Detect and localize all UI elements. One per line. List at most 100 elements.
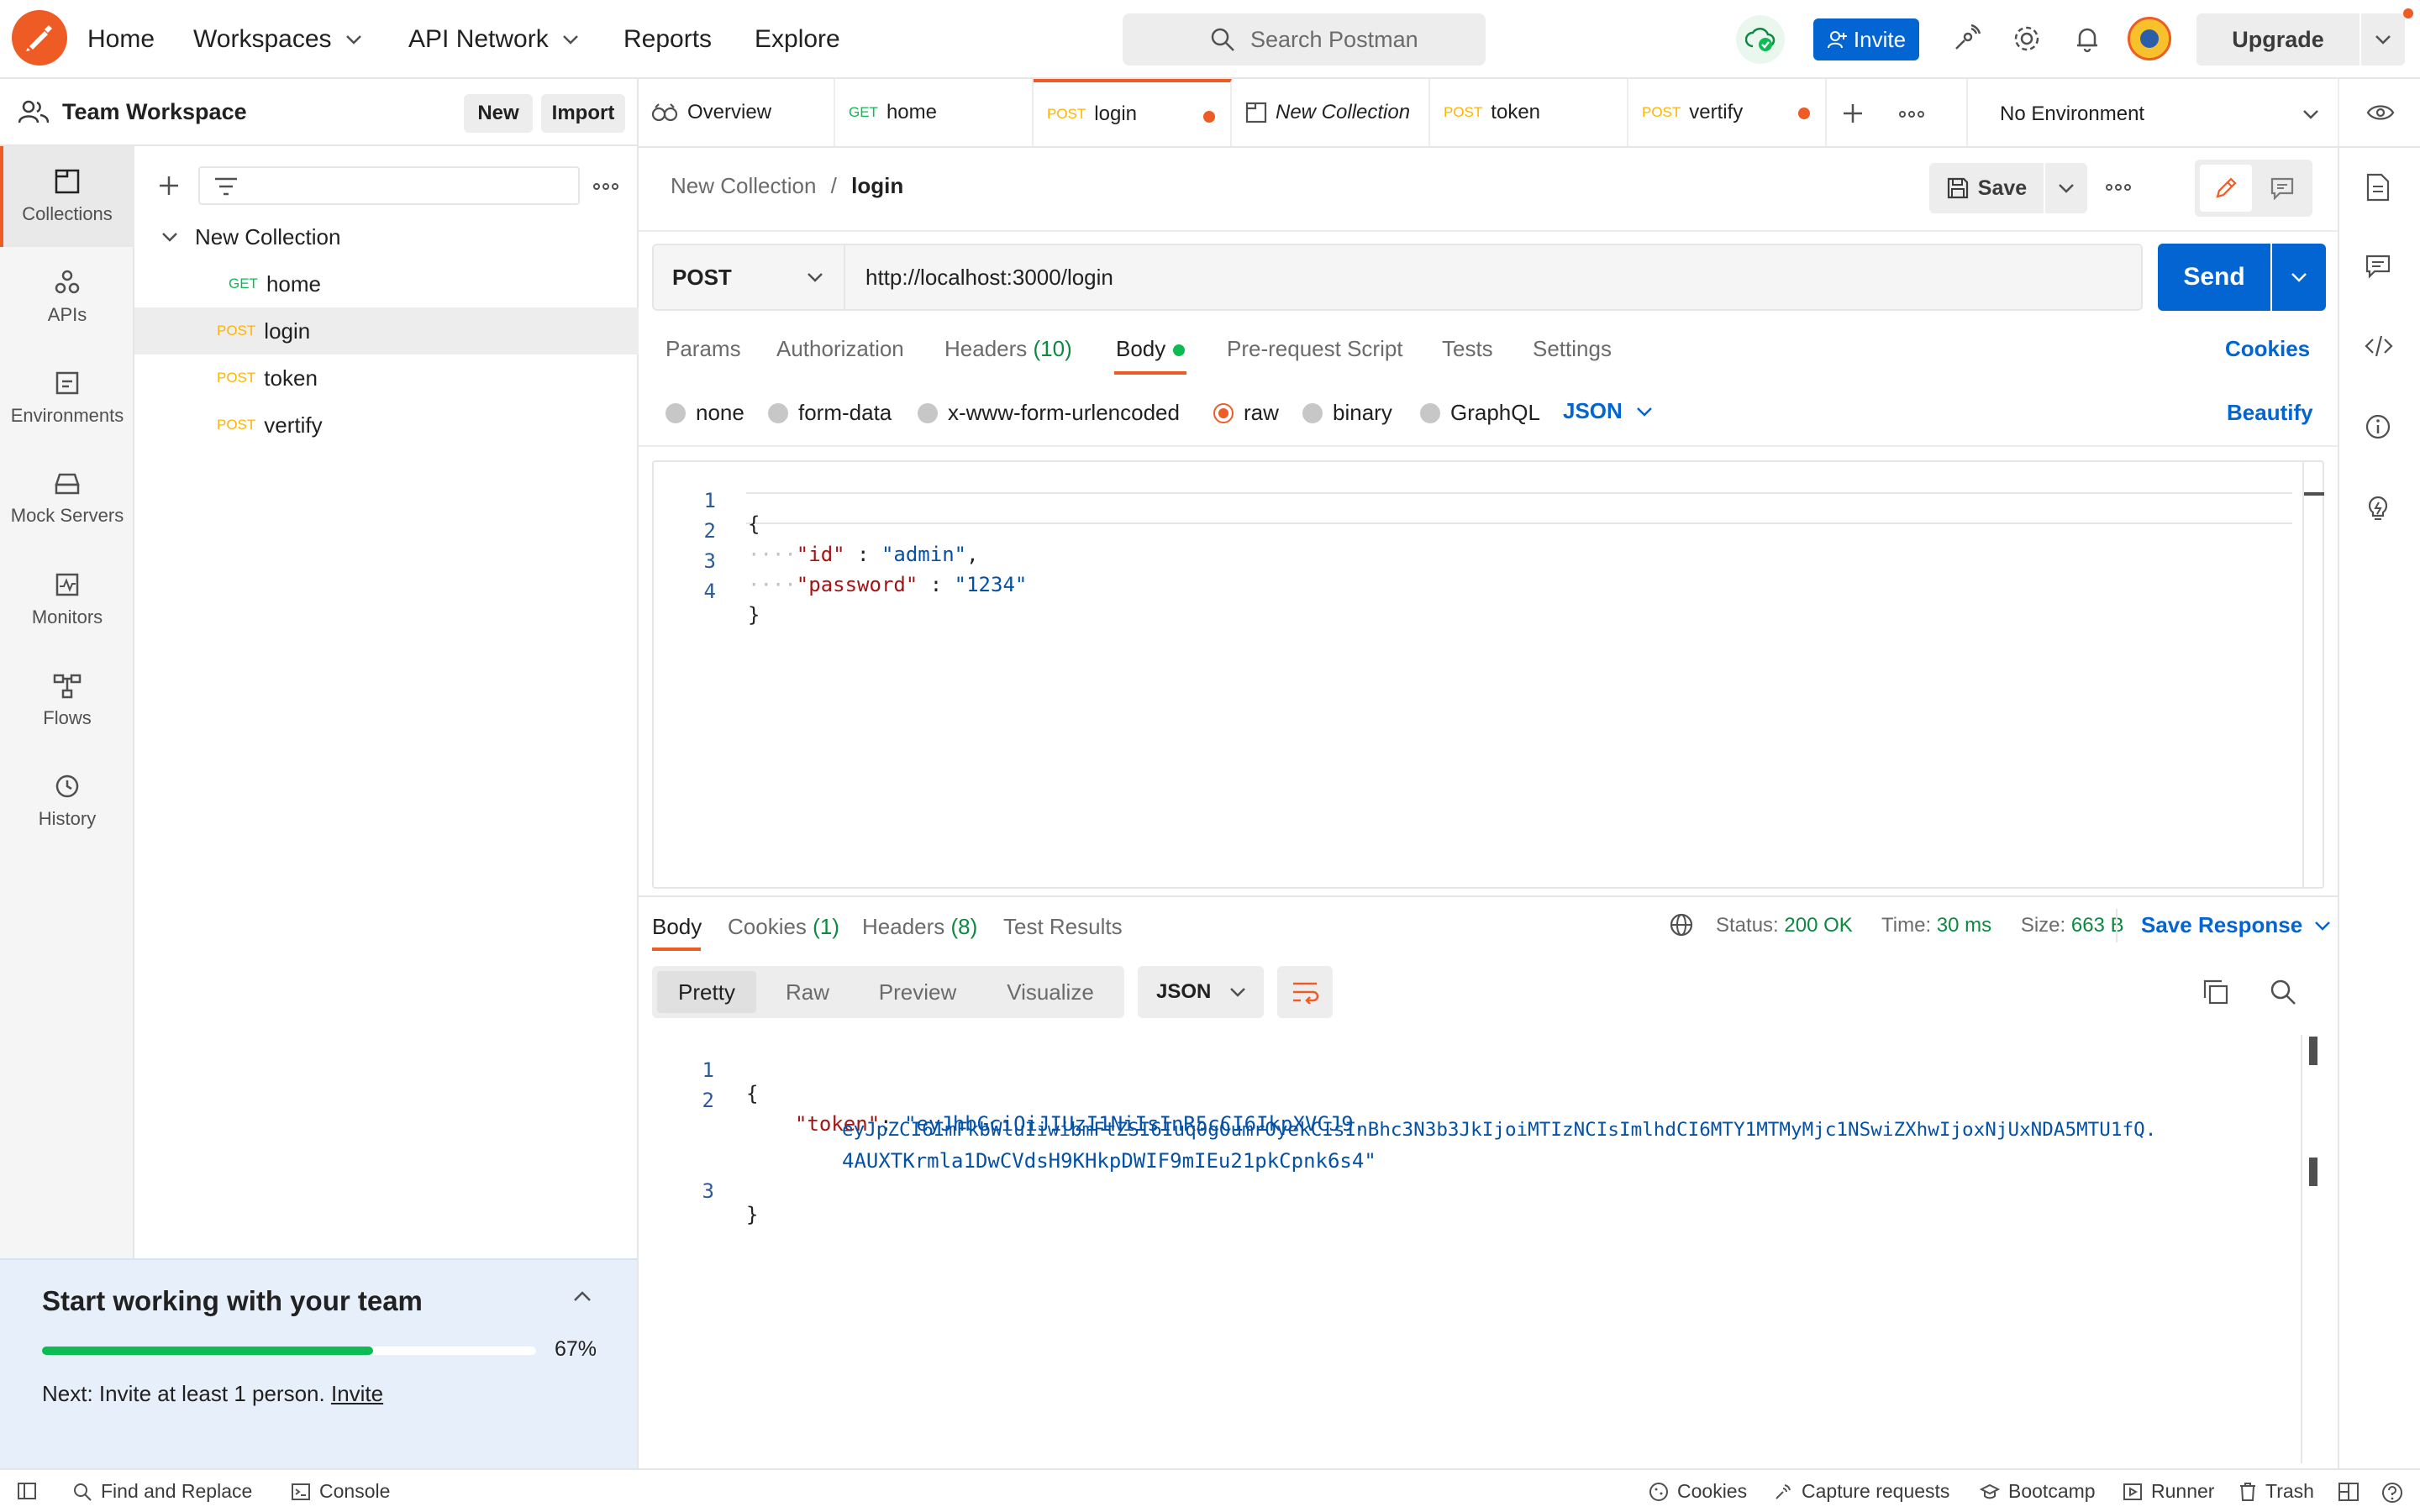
rail-item-collections[interactable]: Collections	[0, 146, 134, 247]
upgrade-menu-button[interactable]	[2361, 34, 2405, 45]
body-type-urlencoded[interactable]: x-www-form-urlencoded	[918, 400, 1180, 426]
upgrade-button[interactable]: Upgrade	[2196, 13, 2405, 66]
view-pretty[interactable]: Pretty	[657, 971, 756, 1013]
globe-icon[interactable]	[1669, 912, 1694, 937]
save-options-button[interactable]	[2045, 163, 2087, 213]
radio-button[interactable]	[1213, 402, 1234, 423]
tab-post-token[interactable]: POST token	[1430, 79, 1628, 146]
copy-icon[interactable]	[2202, 978, 2230, 1006]
response-format-select[interactable]: JSON	[1138, 966, 1264, 1018]
runner-button[interactable]: Runner	[2123, 1480, 2214, 1503]
rail-item-apis[interactable]: APIs	[0, 247, 134, 348]
trash-button[interactable]: Trash	[2238, 1480, 2314, 1503]
more-options-icon[interactable]	[593, 183, 618, 190]
filter-input[interactable]	[198, 166, 580, 205]
gear-icon[interactable]	[2012, 24, 2042, 54]
request-body-editor[interactable]: 1 { 2 ····"id" : "admin", 3 ····"passwor…	[652, 460, 2324, 889]
save-response-button[interactable]: Save Response	[2141, 912, 2331, 938]
response-divider[interactable]	[639, 895, 2338, 897]
search-input[interactable]: Search Postman	[1123, 13, 1486, 66]
two-pane-icon[interactable]	[2338, 1482, 2360, 1502]
bootcamp-button[interactable]: Bootcamp	[1980, 1480, 2096, 1503]
method-select[interactable]: POST	[652, 244, 845, 311]
documentation-icon[interactable]	[2365, 173, 2391, 202]
request-row-vertify[interactable]: POST vertify	[134, 402, 639, 449]
toggle-sidebar-icon[interactable]	[17, 1482, 37, 1500]
radio-button[interactable]	[1420, 402, 1440, 423]
view-raw[interactable]: Raw	[761, 971, 854, 1013]
response-body-viewer[interactable]: 1 { 2 "token": "eyJhbGciOiJIUzI1NiIsInR5…	[652, 1035, 2324, 1463]
response-tab-test-results[interactable]: Test Results	[1003, 914, 1123, 940]
edit-mode-button[interactable]	[2200, 165, 2252, 212]
capture-requests-button[interactable]: Capture requests	[1773, 1480, 1949, 1503]
collection-row[interactable]: New Collection	[134, 213, 639, 260]
radio-button[interactable]	[768, 402, 788, 423]
lightbulb-icon[interactable]	[2365, 494, 2391, 522]
viewer-scrollbar[interactable]	[2301, 1035, 2302, 1463]
plus-icon[interactable]	[158, 175, 180, 197]
info-icon[interactable]	[2365, 413, 2391, 440]
response-tab-headers[interactable]: Headers (8)	[862, 914, 977, 940]
new-tab-icon[interactable]	[1842, 102, 1864, 124]
view-preview[interactable]: Preview	[859, 971, 976, 1013]
editor-scrollbar[interactable]	[2302, 462, 2304, 887]
find-replace-button[interactable]: Find and Replace	[72, 1480, 252, 1503]
help-icon[interactable]	[2381, 1482, 2403, 1504]
eye-icon[interactable]	[2366, 102, 2395, 123]
nav-home[interactable]: Home	[87, 0, 155, 79]
breadcrumb-parent[interactable]: New Collection	[671, 173, 816, 198]
body-type-graphql[interactable]: GraphQL	[1420, 400, 1540, 426]
code-icon[interactable]	[2365, 334, 2393, 358]
tab-get-home[interactable]: GET home	[835, 79, 1034, 146]
comments-icon[interactable]	[2365, 254, 2391, 279]
tab-settings[interactable]: Settings	[1533, 336, 1612, 362]
nav-reports[interactable]: Reports	[623, 0, 712, 79]
chevron-down-icon[interactable]	[161, 232, 178, 242]
tab-overview[interactable]: Overview	[639, 79, 835, 146]
tab-pre-request-script[interactable]: Pre-request Script	[1227, 336, 1403, 362]
body-type-none[interactable]: none	[666, 400, 744, 426]
nav-explore[interactable]: Explore	[755, 0, 840, 79]
more-tabs-icon[interactable]	[1899, 111, 1924, 118]
rail-item-mock-servers[interactable]: Mock Servers	[0, 449, 134, 549]
bell-icon[interactable]	[2072, 24, 2102, 54]
time-value[interactable]: 30 ms	[1937, 914, 1991, 937]
invite-button[interactable]: Invite	[1813, 18, 1919, 60]
tab-post-login[interactable]: POST login	[1034, 79, 1232, 146]
send-options-button[interactable]	[2272, 244, 2326, 311]
rail-item-flows[interactable]: Flows	[0, 650, 134, 751]
response-tab-body[interactable]: Body	[652, 914, 702, 940]
send-button[interactable]: Send	[2158, 244, 2270, 311]
avatar[interactable]	[2128, 17, 2171, 60]
tab-params[interactable]: Params	[666, 336, 741, 362]
satellite-icon[interactable]	[1951, 24, 1981, 54]
comment-mode-button[interactable]	[2257, 165, 2307, 212]
radio-button[interactable]	[666, 402, 686, 423]
console-button[interactable]: Console	[291, 1480, 390, 1503]
rail-item-history[interactable]: History	[0, 751, 134, 852]
save-button[interactable]: Save	[1929, 163, 2044, 213]
body-type-raw[interactable]: raw	[1213, 400, 1279, 426]
chevron-up-icon[interactable]	[573, 1290, 592, 1302]
tab-body[interactable]: Body	[1116, 336, 1165, 362]
request-row-token[interactable]: POST token	[134, 354, 639, 402]
import-button[interactable]: Import	[541, 94, 625, 133]
more-options-icon[interactable]	[2106, 173, 2131, 202]
beautify-link[interactable]: Beautify	[2227, 400, 2313, 426]
body-type-form-data[interactable]: form-data	[768, 400, 892, 426]
url-input[interactable]	[845, 244, 2143, 311]
breadcrumb-current[interactable]: login	[851, 173, 903, 198]
tab-new-collection[interactable]: New Collection	[1232, 79, 1430, 146]
rail-item-monitors[interactable]: Monitors	[0, 549, 134, 650]
request-row-home[interactable]: GET home	[134, 260, 639, 307]
cookies-button[interactable]: Cookies	[1649, 1480, 1747, 1503]
nav-workspaces[interactable]: Workspaces	[193, 0, 362, 79]
nav-api-network[interactable]: API Network	[408, 0, 579, 79]
tab-headers[interactable]: Headers (10)	[944, 336, 1072, 362]
new-button[interactable]: New	[464, 94, 533, 133]
tab-post-vertify[interactable]: POST vertify	[1628, 79, 1827, 146]
postman-logo[interactable]	[12, 10, 67, 66]
request-row-login[interactable]: POST login	[134, 307, 639, 354]
raw-format-select[interactable]: JSON	[1563, 398, 1653, 424]
body-type-binary[interactable]: binary	[1302, 400, 1392, 426]
